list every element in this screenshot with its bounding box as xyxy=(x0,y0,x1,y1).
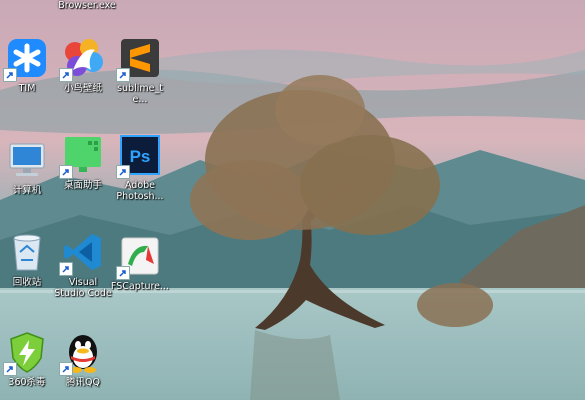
desktop-icon-label: TIM xyxy=(18,83,36,94)
qq-penguin-icon xyxy=(59,330,105,376)
desktop-icon-recycle-bin[interactable]: 回收站 xyxy=(0,230,57,288)
fscapture-icon xyxy=(116,234,162,280)
shortcut-arrow-icon xyxy=(59,262,73,276)
desktop-icon-label: 桌面助手 xyxy=(63,180,102,191)
desktop-icon-label: Visual Studio Code xyxy=(54,277,112,299)
photoshop-icon: Ps xyxy=(116,133,162,179)
desktop-assistant-icon xyxy=(59,133,105,179)
desktop-icon-label: 回收站 xyxy=(12,277,42,288)
desktop-icon-label: 360杀毒 xyxy=(8,377,46,388)
vscode-icon xyxy=(59,230,105,276)
shortcut-arrow-icon xyxy=(59,165,73,179)
desktop-icon-label: 计算机 xyxy=(12,185,42,196)
360-shield-icon xyxy=(3,330,49,376)
desktop-icon-label: 腾讯QQ xyxy=(66,377,100,388)
desktop-icon-fscapture[interactable]: FSCapture... xyxy=(110,234,170,292)
desktop-icon-label: FSCapture... xyxy=(110,281,170,292)
shortcut-arrow-icon xyxy=(116,266,130,280)
partial-desktop-icon-label[interactable]: Browser.exe xyxy=(52,0,122,11)
bird-wallpaper-icon xyxy=(59,36,105,82)
desktop-icon-label: Adobe Photosh... xyxy=(116,180,164,202)
shortcut-arrow-icon xyxy=(59,362,73,376)
desktop-icon-desktop-assistant[interactable]: 桌面助手 xyxy=(53,133,113,191)
desktop-icon-label: 小鸟壁纸 xyxy=(63,83,102,94)
desktop-icon-xiaoniao-wallpaper[interactable]: 小鸟壁纸 xyxy=(53,36,113,94)
svg-text:Ps: Ps xyxy=(130,147,151,166)
shortcut-arrow-icon xyxy=(3,362,17,376)
desktop-icon-label: sublime_te... xyxy=(117,83,163,105)
desktop-icon-360-antivirus[interactable]: 360杀毒 xyxy=(0,330,57,388)
desktop-icon-sublime-text[interactable]: sublime_te... xyxy=(110,36,170,105)
shortcut-arrow-icon xyxy=(59,68,73,82)
tim-icon xyxy=(3,36,49,82)
desktop-icon-qq[interactable]: 腾讯QQ xyxy=(53,330,113,388)
desktop-icon-vscode[interactable]: Visual Studio Code xyxy=(53,230,113,299)
recycle-bin-icon xyxy=(5,230,49,274)
shortcut-arrow-icon xyxy=(3,68,17,82)
shortcut-arrow-icon xyxy=(116,68,130,82)
desktop-icon-computer[interactable]: 计算机 xyxy=(0,138,57,196)
computer-icon xyxy=(5,138,49,182)
desktop-icon-photoshop[interactable]: Ps Adobe Photosh... xyxy=(110,133,170,202)
desktop-icon-tim[interactable]: TIM xyxy=(0,36,57,94)
shortcut-arrow-icon xyxy=(116,165,130,179)
sublime-text-icon xyxy=(116,36,162,82)
